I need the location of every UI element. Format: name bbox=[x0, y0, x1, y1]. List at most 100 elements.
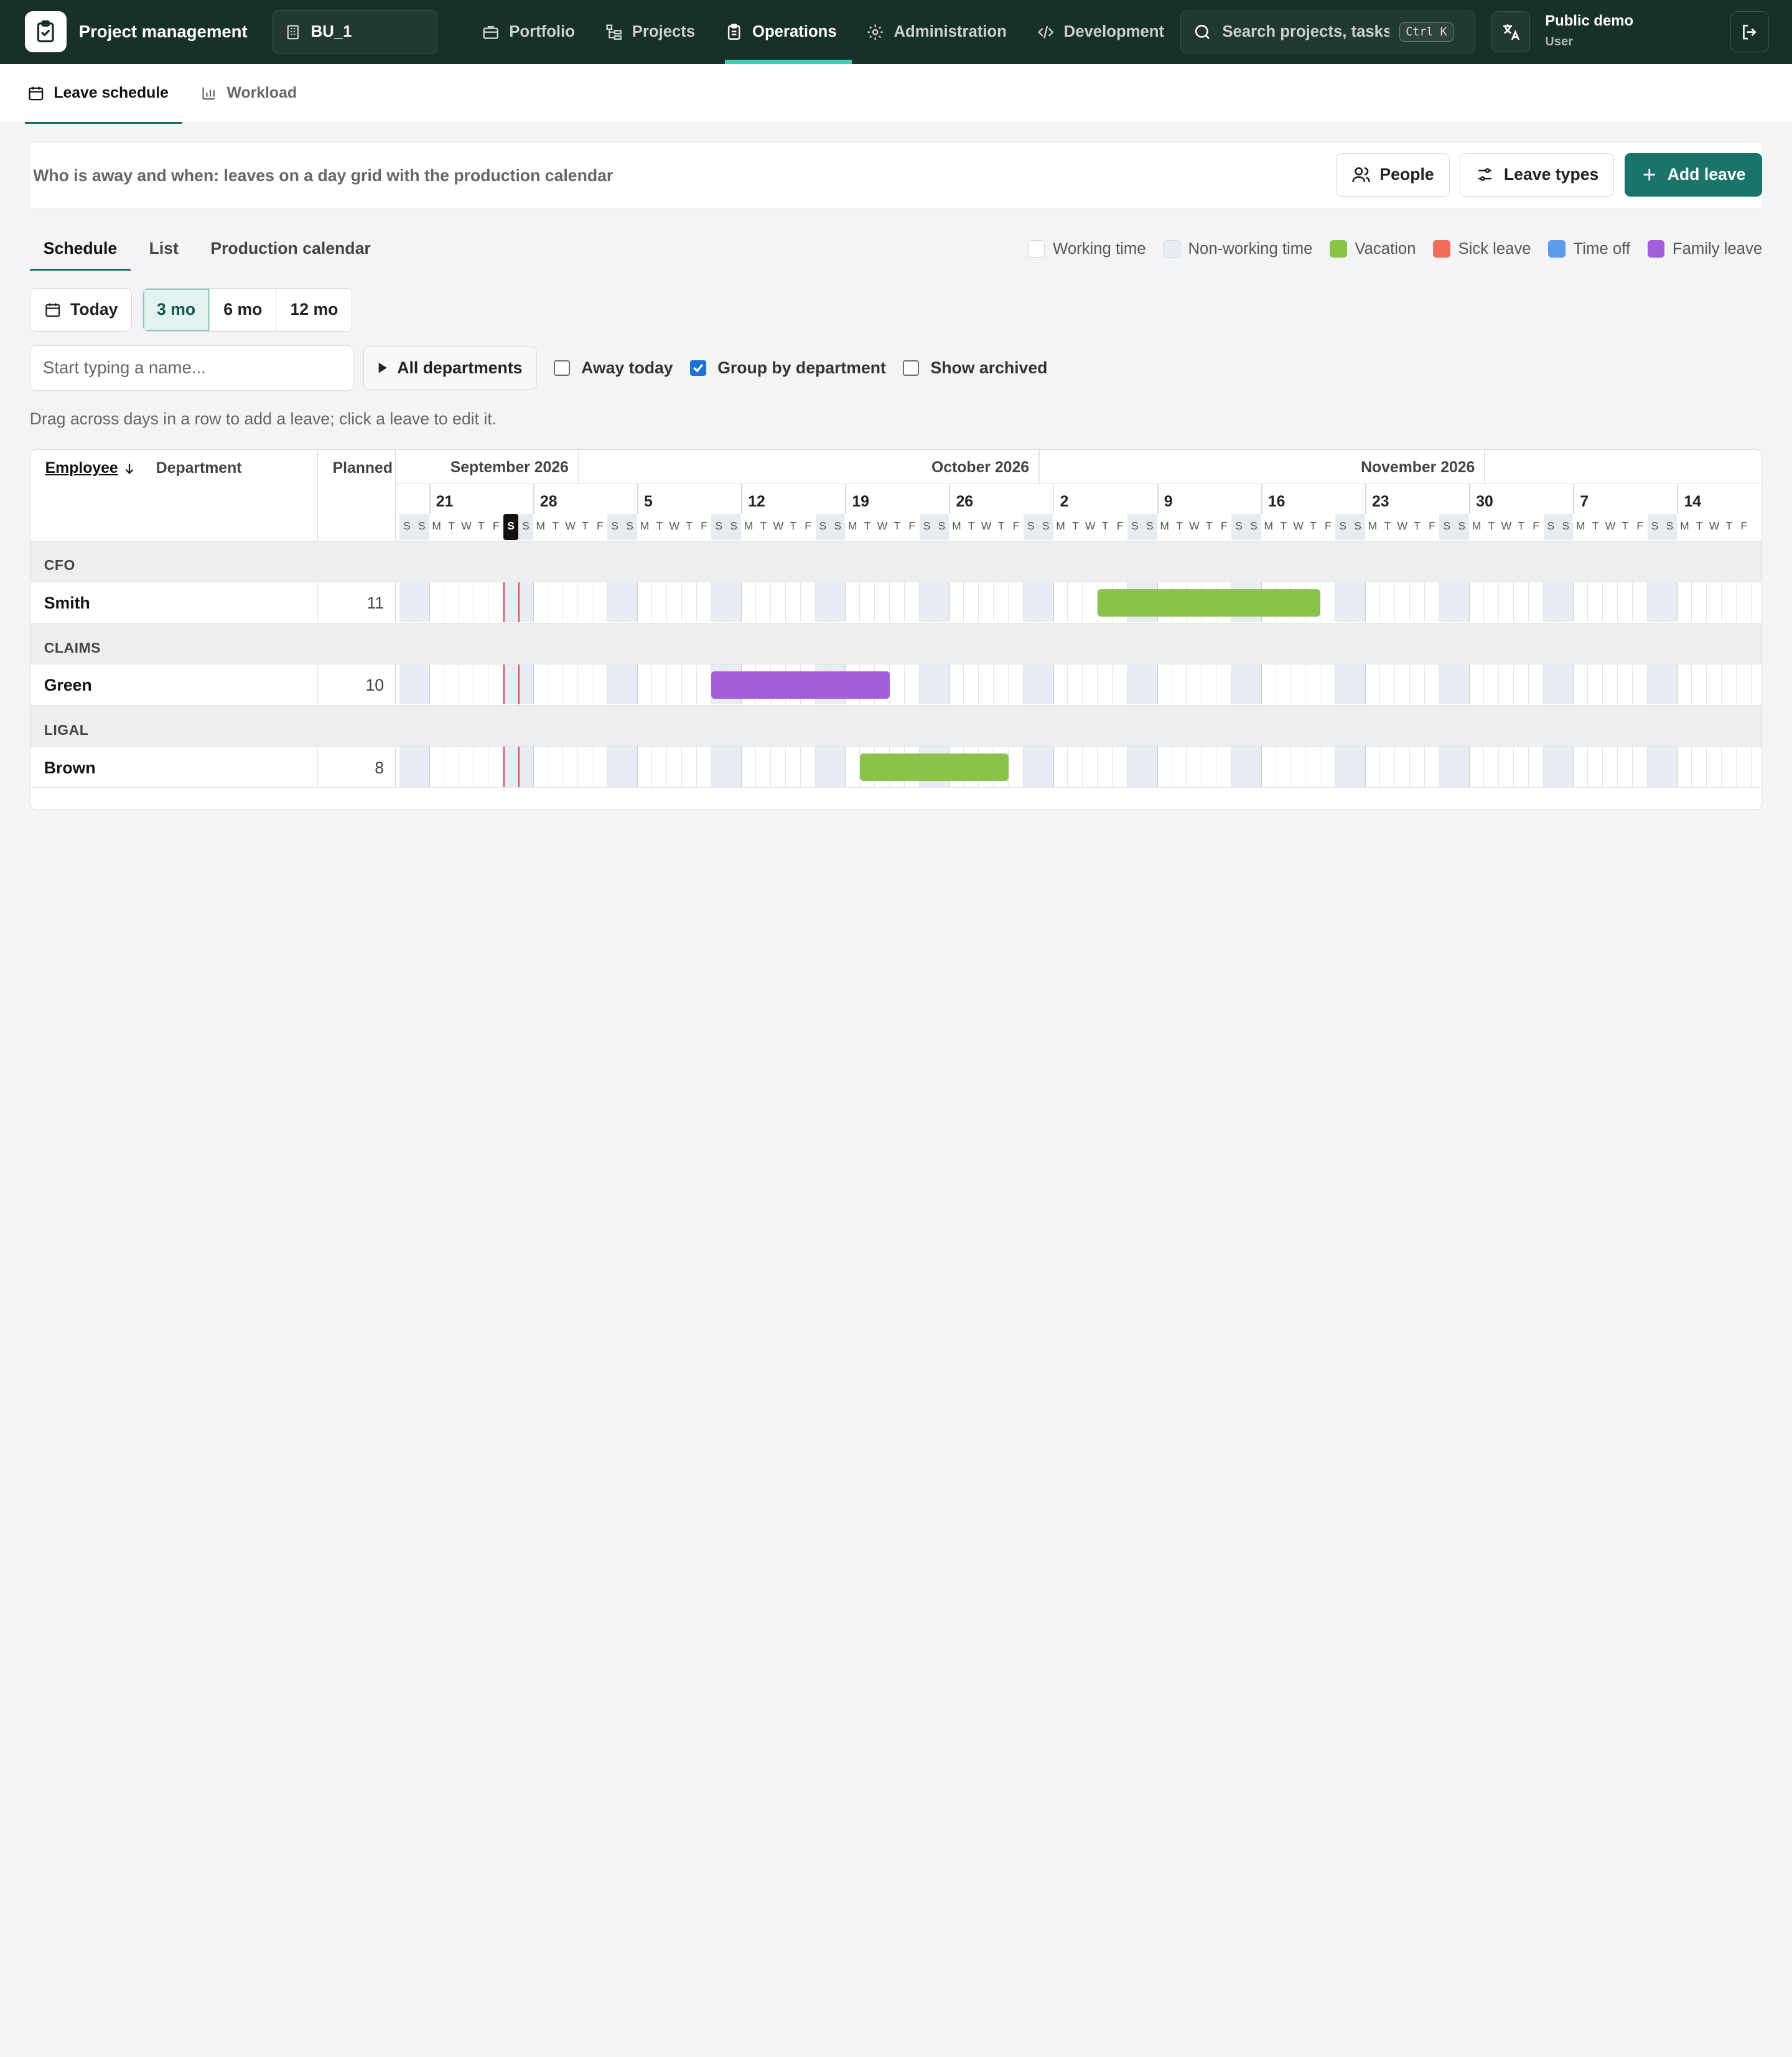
day-grid-cell[interactable] bbox=[741, 582, 757, 623]
day-grid-cell[interactable] bbox=[518, 582, 533, 623]
employee-day-row[interactable] bbox=[396, 665, 1762, 706]
day-grid-cell[interactable] bbox=[890, 582, 905, 623]
tab-production-calendar[interactable]: Production calendar bbox=[197, 228, 385, 271]
day-grid-cell[interactable] bbox=[1261, 665, 1276, 705]
day-grid-cell[interactable] bbox=[1499, 747, 1514, 787]
day-grid-cell[interactable] bbox=[518, 747, 533, 787]
day-grid-cell[interactable] bbox=[607, 747, 623, 787]
day-grid-cell[interactable] bbox=[1662, 582, 1678, 623]
day-grid-cell[interactable] bbox=[1529, 665, 1544, 705]
day-grid-cell[interactable] bbox=[1038, 582, 1053, 623]
global-search[interactable]: Ctrl K bbox=[1180, 10, 1476, 54]
day-grid-cell[interactable] bbox=[1558, 665, 1574, 705]
day-grid-cell[interactable] bbox=[1009, 582, 1024, 623]
day-grid-cell[interactable] bbox=[652, 747, 667, 787]
day-grid-cell[interactable] bbox=[1469, 747, 1485, 787]
day-grid-cell[interactable] bbox=[979, 665, 994, 705]
day-grid-cell[interactable] bbox=[622, 582, 638, 623]
day-grid-cell[interactable] bbox=[637, 582, 652, 623]
day-grid-cell[interactable] bbox=[1276, 665, 1291, 705]
day-grid-cell[interactable] bbox=[1647, 582, 1663, 623]
day-grid-cell[interactable] bbox=[1410, 665, 1425, 705]
checkbox-box[interactable] bbox=[690, 360, 706, 376]
day-grid-cell[interactable] bbox=[1588, 582, 1603, 623]
day-grid-cell[interactable] bbox=[1172, 665, 1187, 705]
day-grid-cell[interactable] bbox=[1499, 665, 1514, 705]
employee-day-row[interactable] bbox=[396, 582, 1762, 623]
group-by-department-checkbox[interactable]: Group by department bbox=[690, 358, 886, 378]
day-grid-cell[interactable] bbox=[1618, 582, 1633, 623]
day-grid-cell[interactable] bbox=[1722, 582, 1737, 623]
day-grid-cell[interactable] bbox=[592, 582, 608, 623]
day-grid-cell[interactable] bbox=[964, 665, 979, 705]
day-grid-cell[interactable] bbox=[1380, 747, 1395, 787]
day-grid-cell[interactable] bbox=[1573, 665, 1589, 705]
nav-item-administration[interactable]: Administration bbox=[852, 0, 1022, 64]
day-grid-cell[interactable] bbox=[1722, 747, 1737, 787]
day-grid-cell[interactable] bbox=[682, 747, 697, 787]
day-grid-cell[interactable] bbox=[815, 747, 831, 787]
day-grid-cell[interactable] bbox=[1261, 747, 1276, 787]
day-grid-cell[interactable] bbox=[488, 747, 504, 787]
day-grid-cell[interactable] bbox=[1068, 582, 1083, 623]
day-grid-cell[interactable] bbox=[474, 665, 489, 705]
day-grid-cell[interactable] bbox=[578, 747, 593, 787]
day-grid-cell[interactable] bbox=[741, 747, 757, 787]
day-grid-cell[interactable] bbox=[801, 747, 816, 787]
day-grid-cell[interactable] bbox=[1529, 747, 1544, 787]
day-grid-cell[interactable] bbox=[1692, 747, 1707, 787]
day-grid-cell[interactable] bbox=[1350, 747, 1365, 787]
day-grid-cell[interactable] bbox=[875, 582, 890, 623]
user-profile[interactable]: Public demo User bbox=[1545, 12, 1633, 49]
day-grid-cell[interactable] bbox=[1707, 747, 1722, 787]
day-grid-cell[interactable] bbox=[949, 582, 964, 623]
day-grid-cell[interactable] bbox=[1127, 747, 1142, 787]
day-grid-cell[interactable] bbox=[815, 582, 831, 623]
nav-item-projects[interactable]: Projects bbox=[590, 0, 710, 64]
day-grid-cell[interactable] bbox=[652, 665, 667, 705]
day-grid-cell[interactable] bbox=[1514, 747, 1529, 787]
day-grid-cell[interactable] bbox=[1469, 582, 1485, 623]
day-grid-cell[interactable] bbox=[1291, 665, 1306, 705]
day-grid-cell[interactable] bbox=[1439, 665, 1455, 705]
day-grid-cell[interactable] bbox=[1023, 582, 1038, 623]
day-grid-cell[interactable] bbox=[771, 747, 786, 787]
day-grid-cell[interactable] bbox=[726, 747, 742, 787]
day-grid-cell[interactable] bbox=[1603, 747, 1618, 787]
day-grid-cell[interactable] bbox=[1083, 747, 1098, 787]
day-grid-cell[interactable] bbox=[1707, 665, 1722, 705]
day-grid-cell[interactable] bbox=[622, 665, 638, 705]
day-grid-cell[interactable] bbox=[697, 747, 712, 787]
day-grid-cell[interactable] bbox=[1484, 665, 1499, 705]
day-grid-cell[interactable] bbox=[1216, 665, 1232, 705]
leave-bar[interactable] bbox=[1098, 589, 1321, 617]
day-grid-cell[interactable] bbox=[459, 747, 474, 787]
tab-leave-schedule[interactable]: Leave schedule bbox=[25, 64, 183, 125]
day-grid-cell[interactable] bbox=[1573, 582, 1589, 623]
day-grid-cell[interactable] bbox=[1454, 665, 1470, 705]
employee-row[interactable]: Smith 11 bbox=[30, 582, 396, 623]
day-grid-cell[interactable] bbox=[592, 747, 608, 787]
day-grid-cell[interactable] bbox=[1023, 747, 1038, 787]
day-grid-cell[interactable] bbox=[1543, 747, 1559, 787]
day-grid-cell[interactable] bbox=[1276, 747, 1291, 787]
day-grid-cell[interactable] bbox=[1543, 665, 1559, 705]
day-grid-cell[interactable] bbox=[1647, 747, 1663, 787]
day-grid-cell[interactable] bbox=[1187, 665, 1202, 705]
range-option-6mo[interactable]: 6 mo bbox=[209, 288, 276, 331]
day-grid-cell[interactable] bbox=[503, 665, 518, 705]
people-button[interactable]: People bbox=[1335, 153, 1450, 197]
day-grid-cell[interactable] bbox=[1365, 665, 1380, 705]
day-grid-cell[interactable] bbox=[1365, 747, 1380, 787]
day-grid-cell[interactable] bbox=[1320, 665, 1336, 705]
day-grid-cell[interactable] bbox=[1098, 747, 1113, 787]
range-option-12mo[interactable]: 12 mo bbox=[276, 288, 352, 331]
day-grid-cell[interactable] bbox=[1113, 747, 1127, 787]
day-grid-cell[interactable] bbox=[1335, 582, 1351, 623]
day-grid-cell[interactable] bbox=[518, 665, 533, 705]
day-grid-cell[interactable] bbox=[1083, 665, 1098, 705]
nav-item-development[interactable]: Development bbox=[1022, 0, 1179, 64]
day-grid-cell[interactable] bbox=[756, 747, 771, 787]
day-grid-cell[interactable] bbox=[1395, 665, 1410, 705]
day-grid-cell[interactable] bbox=[1573, 747, 1589, 787]
